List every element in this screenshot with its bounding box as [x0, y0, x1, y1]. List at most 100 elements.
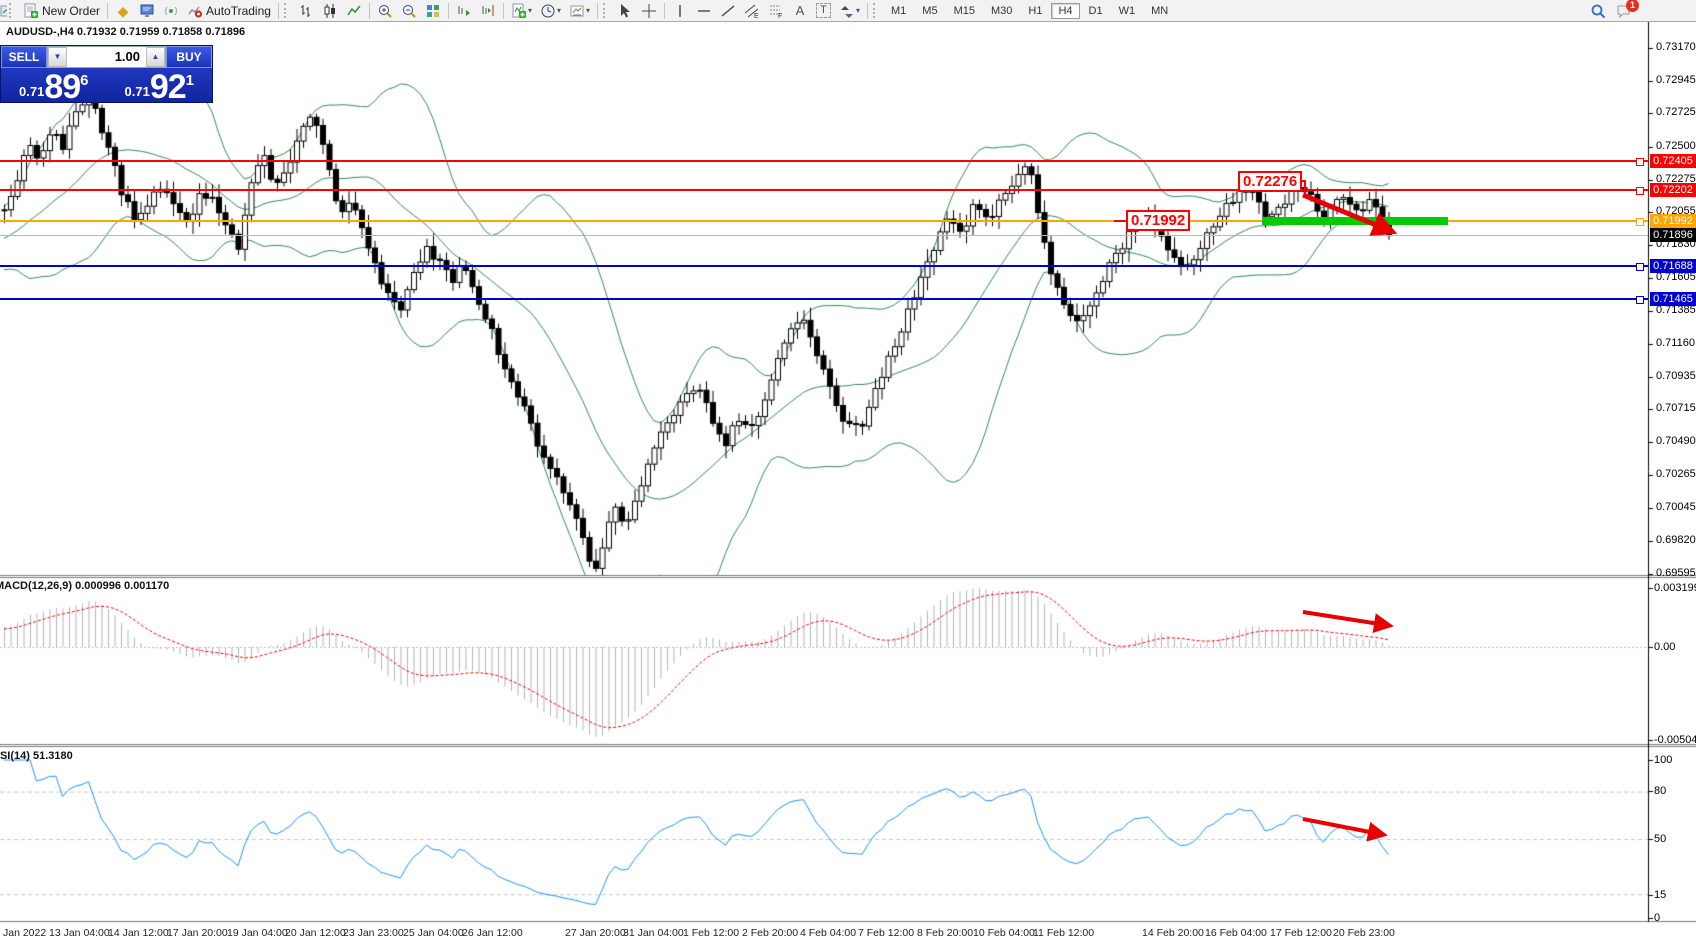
horizontal-level-line[interactable] [0, 298, 1648, 300]
timeframe-M15[interactable]: M15 [947, 3, 982, 19]
price-annotation-0.72276[interactable]: 0.72276 [1238, 171, 1302, 192]
chat-icon[interactable]: 1 [1616, 3, 1632, 19]
templates-button[interactable]: ▾ [565, 0, 594, 21]
horizontal-level-line[interactable] [0, 160, 1648, 162]
rsi-axis-label: 0 [1654, 912, 1660, 924]
timeframe-H1[interactable]: H1 [1021, 3, 1049, 19]
rsi-indicator-label: RSI(14) 51.3180 [0, 750, 73, 762]
equidistant-channel-tool-button[interactable]: E [740, 0, 764, 21]
chart-canvas[interactable] [0, 0, 1696, 946]
trendline-icon [720, 3, 736, 19]
time-axis-label: 23 Jan 23:00 [343, 927, 404, 939]
line-end-marker [1636, 158, 1644, 166]
new-order-icon [23, 3, 39, 19]
chart-window-icon[interactable] [0, 3, 7, 19]
ask-price: 0.71 92 1 [107, 68, 213, 104]
volume-increase-button[interactable]: ▲ [146, 47, 165, 67]
autotrading-button[interactable]: AutoTrading [183, 0, 275, 21]
level-price-label: 0.72405 [1650, 154, 1696, 168]
price-tick-label: 0.69820 [1656, 534, 1696, 546]
arrows-tool-button[interactable]: ▾ [835, 0, 864, 21]
horizontal-level-line[interactable] [0, 265, 1648, 267]
buy-button[interactable]: BUY [166, 46, 212, 68]
line-chart-button[interactable] [342, 0, 366, 21]
current-price-label: 0.71896 [1650, 228, 1696, 242]
text-tool-button[interactable]: A [788, 0, 812, 21]
horizontal-line-tool-button[interactable] [692, 0, 716, 21]
timeframe-H4[interactable]: H4 [1051, 3, 1079, 19]
timeframe-M5[interactable]: M5 [915, 3, 944, 19]
time-axis-label: 1 Feb 12:00 [683, 927, 739, 939]
macd-axis-label: -0.005049 [1654, 734, 1696, 746]
metaeditor-button[interactable]: ◆ [111, 0, 135, 21]
chevron-down-icon: ▾ [586, 6, 590, 15]
cursor-icon [617, 3, 633, 19]
bid-price-big-digits: 89 [44, 72, 80, 102]
time-axis-label: 7 Feb 12:00 [858, 927, 914, 939]
text-icon: A [792, 3, 808, 19]
time-axis-label: 8 Feb 20:00 [917, 927, 973, 939]
time-axis-label: 31 Jan 04:00 [623, 927, 684, 939]
periods-icon [540, 3, 556, 19]
line-end-marker [1636, 187, 1644, 195]
bid-price: 0.71 89 6 [1, 68, 107, 104]
search-icon[interactable] [1590, 3, 1606, 19]
rsi-axis-label: 100 [1654, 754, 1672, 766]
toolbar-grip [284, 3, 291, 18]
timeframe-W1[interactable]: W1 [1112, 3, 1143, 19]
price-tick-label: 0.71605 [1656, 271, 1696, 283]
tile-windows-button[interactable] [421, 0, 445, 21]
timeframe-MN[interactable]: MN [1144, 3, 1175, 19]
indicators-button[interactable]: ▾ [507, 0, 536, 21]
new-order-button[interactable]: New Order [19, 0, 104, 21]
strategy-tester-button[interactable] [135, 0, 159, 21]
volume-decrease-button[interactable]: ▼ [48, 47, 67, 67]
periods-button[interactable]: ▾ [536, 0, 565, 21]
ask-price-big-digits: 92 [150, 72, 186, 102]
chart-shift-button[interactable] [476, 0, 500, 21]
bar-chart-icon [298, 3, 314, 19]
fibonacci-tool-button[interactable]: F [764, 0, 788, 21]
candlestick-chart-button[interactable] [318, 0, 342, 21]
time-axis-label: 14 Feb 20:00 [1142, 927, 1204, 939]
svg-text:F: F [778, 13, 782, 19]
vertical-line-tool-button[interactable] [668, 0, 692, 21]
trendline-tool-button[interactable] [716, 0, 740, 21]
time-axis-label: 16 Feb 04:00 [1205, 927, 1267, 939]
toolbar-separator [867, 3, 868, 19]
timeframe-M1[interactable]: M1 [884, 3, 913, 19]
green-highlight-band[interactable] [1262, 217, 1448, 225]
auto-scroll-button[interactable] [452, 0, 476, 21]
annotation-connector [1114, 220, 1126, 222]
macd-axis-label: 0.00 [1654, 641, 1675, 653]
cursor-tool-button[interactable] [613, 0, 637, 21]
timeframe-M30[interactable]: M30 [984, 3, 1019, 19]
equidistant-channel-icon: E [744, 3, 760, 19]
zoom-in-button[interactable] [373, 0, 397, 21]
metaeditor-icon: ◆ [115, 3, 131, 19]
time-axis-label: 26 Jan 12:00 [462, 927, 523, 939]
text-label-tool-button[interactable]: T [812, 0, 835, 21]
signals-button[interactable] [159, 0, 183, 21]
bar-chart-button[interactable] [294, 0, 318, 21]
line-end-marker [1636, 263, 1644, 271]
price-tick-label: 0.70490 [1656, 435, 1696, 447]
horizontal-level-line[interactable] [0, 189, 1648, 191]
crosshair-tool-button[interactable] [637, 0, 661, 21]
chevron-down-icon: ▾ [856, 6, 860, 15]
timeframe-D1[interactable]: D1 [1082, 3, 1110, 19]
arrows-icon [839, 3, 855, 19]
new-order-label: New Order [42, 4, 100, 18]
sell-button[interactable]: SELL [1, 46, 47, 68]
zoom-out-button[interactable] [397, 0, 421, 21]
price-annotation-0.71992[interactable]: 0.71992 [1126, 210, 1190, 231]
notification-badge: 1 [1626, 0, 1639, 12]
toolbar: New Order ◆ AutoTrading ▾ ▾ ▾ E F A T ▾ … [0, 0, 1696, 22]
chart-shift-icon [480, 3, 496, 19]
volume-input[interactable]: 1.00 [67, 47, 146, 67]
line-end-marker [1636, 296, 1644, 304]
price-tick-label: 0.70045 [1656, 501, 1696, 513]
time-axis-label: 17 Feb 12:00 [1270, 927, 1332, 939]
rsi-axis-label: 15 [1654, 889, 1666, 901]
level-price-label: 0.71992 [1650, 214, 1696, 228]
